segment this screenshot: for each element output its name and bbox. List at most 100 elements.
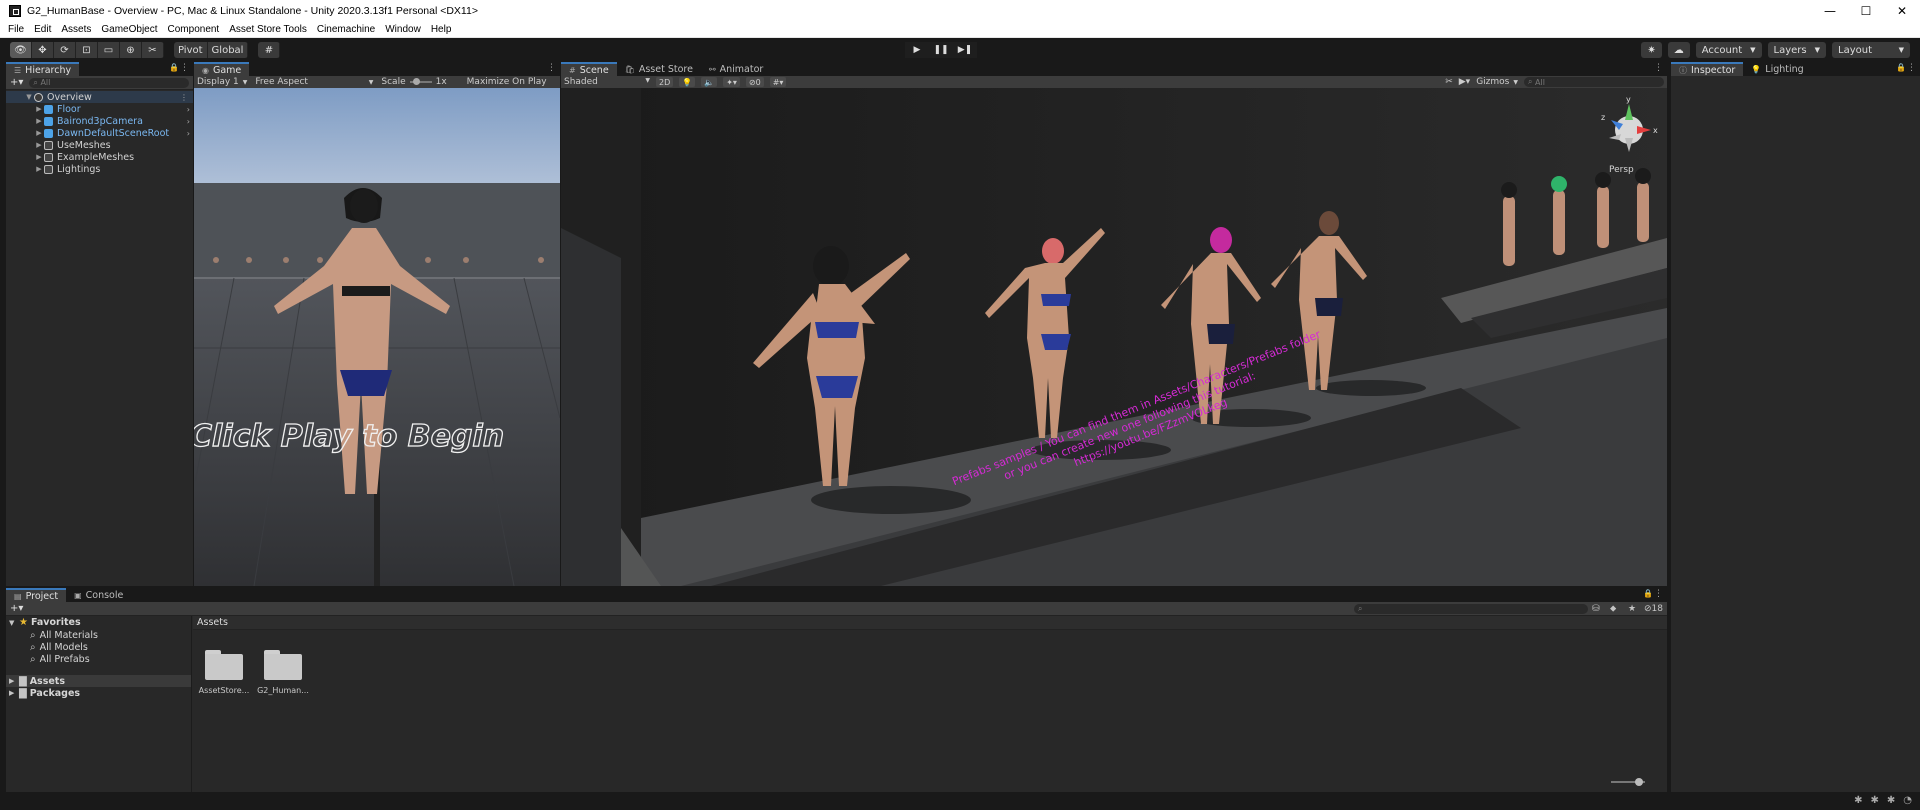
scene-node[interactable]: ▼ Overview ⋮ — [6, 91, 193, 103]
shading-dropdown[interactable]: Shaded ▼ — [564, 77, 650, 87]
grid-toggle-icon[interactable]: #▾ — [769, 77, 787, 87]
tab-scene[interactable]: # Scene — [561, 62, 617, 76]
chevron-right-icon[interactable]: › — [187, 129, 190, 138]
close-button[interactable]: ✕ — [1884, 0, 1920, 22]
perspective-label[interactable]: Persp — [1609, 165, 1634, 175]
gizmos-dropdown[interactable]: Gizmos ▼ — [1476, 77, 1518, 87]
expand-arrow-icon[interactable]: ▼ — [9, 619, 19, 627]
lock-icon[interactable]: 🔒 — [1643, 589, 1653, 598]
hierarchy-item[interactable]: ▶ Lightings — [6, 163, 193, 175]
lock-icon[interactable]: 🔒 — [169, 63, 179, 72]
scene-search[interactable]: ⌕ All — [1524, 77, 1664, 87]
maximize-on-play-toggle[interactable]: Maximize On Play — [467, 77, 547, 87]
account-dropdown[interactable]: Account ▼ — [1695, 42, 1762, 58]
audio-toggle-icon[interactable]: 🔈 — [701, 77, 718, 87]
favorite-item[interactable]: ⌕ All Prefabs — [6, 653, 191, 665]
2d-toggle[interactable]: 2D — [656, 77, 674, 87]
assets-breadcrumb-label[interactable]: Assets — [197, 617, 228, 628]
tab-game[interactable]: ◉ Game — [194, 62, 250, 76]
kebab-menu-icon[interactable]: ⋮ — [180, 93, 188, 102]
play-button[interactable]: ▶ — [905, 42, 929, 58]
tab-inspector[interactable]: ⓘ Inspector — [1671, 62, 1744, 76]
layout-dropdown[interactable]: Layout ▼ — [1832, 42, 1910, 58]
grid-snap-icon[interactable]: # — [258, 42, 281, 58]
chevron-right-icon[interactable]: › — [187, 117, 190, 126]
minimize-button[interactable]: — — [1812, 0, 1848, 22]
game-viewport[interactable]: Click Play to Begin — [194, 88, 560, 586]
auto-refresh-icon[interactable]: ◔ — [1903, 795, 1912, 806]
filter-by-label-icon[interactable]: ⬥ — [1610, 604, 1616, 614]
tree-item-packages[interactable]: ▶ ▇ Packages — [6, 687, 191, 699]
expand-arrow-icon[interactable]: ▶ — [9, 689, 19, 697]
tab-project[interactable]: ▤ Project — [6, 588, 67, 602]
lock-icon[interactable]: 🔒 — [1896, 63, 1906, 72]
favorite-item[interactable]: ⌕ All Materials — [6, 629, 191, 641]
menu-file[interactable]: File — [8, 24, 24, 35]
hierarchy-item[interactable]: ▶ UseMeshes — [6, 139, 193, 151]
step-button[interactable]: ▶❚ — [953, 42, 977, 58]
project-search[interactable]: ⌕ — [1354, 603, 1588, 614]
create-asset-button[interactable]: +▾ — [10, 603, 23, 614]
menu-component[interactable]: Component — [168, 24, 220, 35]
favorite-star-icon[interactable]: ★ — [1628, 604, 1636, 614]
favorite-item[interactable]: ⌕ All Models — [6, 641, 191, 653]
bug-icon[interactable]: ✱ — [1854, 795, 1862, 806]
camera-dropdown-icon[interactable]: ▶▾ — [1459, 77, 1470, 87]
view-tool-icon[interactable]: 👁 — [10, 42, 32, 58]
scene-viewport[interactable]: Prefabs samples / You can find them in A… — [561, 88, 1667, 586]
tab-console[interactable]: ▣ Console — [66, 588, 131, 602]
display-dropdown[interactable]: Display 1 ▼ — [197, 77, 247, 87]
menu-help[interactable]: Help — [431, 24, 452, 35]
tab-animator[interactable]: ⚯ Animator — [701, 62, 771, 76]
lighting-toggle-icon[interactable]: 💡 — [679, 77, 696, 87]
menu-edit[interactable]: Edit — [34, 24, 51, 35]
tools-icon[interactable]: ✂ — [1445, 77, 1453, 87]
expand-arrow-icon[interactable]: ▶ — [34, 165, 44, 173]
add-object-button[interactable]: +▾ — [10, 77, 23, 88]
scale-control[interactable]: Scale 1x — [381, 77, 446, 87]
menu-assets[interactable]: Assets — [61, 24, 91, 35]
scale-tool-icon[interactable]: ⊡ — [76, 42, 98, 58]
tree-item-assets[interactable]: ▶ ▇ Assets — [6, 675, 191, 687]
hidden-objects-toggle[interactable]: ⊘ 0 — [745, 77, 764, 87]
menu-window[interactable]: Window — [385, 24, 421, 35]
aspect-dropdown[interactable]: Free Aspect ▼ — [255, 77, 373, 87]
move-tool-icon[interactable]: ✥ — [32, 42, 54, 58]
kebab-menu-icon[interactable]: ⋮ — [180, 63, 189, 73]
tab-hierarchy[interactable]: ☰ Hierarchy — [6, 62, 80, 76]
hierarchy-search[interactable]: ⌕ All — [29, 77, 189, 88]
expand-arrow-icon[interactable]: ▶ — [34, 141, 44, 149]
expand-arrow-icon[interactable]: ▶ — [34, 105, 44, 113]
kebab-menu-icon[interactable]: ⋮ — [1654, 63, 1663, 73]
hierarchy-item[interactable]: ▶ Bairond3pCamera › — [6, 115, 193, 127]
expand-arrow-icon[interactable]: ▶ — [34, 153, 44, 161]
expand-arrow-icon[interactable]: ▶ — [34, 117, 44, 125]
tab-asset-store[interactable]: 🛍 Asset Store — [617, 62, 701, 76]
icon-size-slider[interactable] — [1611, 778, 1645, 786]
menu-gameobject[interactable]: GameObject — [101, 24, 157, 35]
layers-dropdown[interactable]: Layers ▼ — [1767, 42, 1826, 58]
expand-arrow-icon[interactable]: ▶ — [9, 677, 19, 685]
scale-slider[interactable] — [409, 78, 432, 85]
pivot-toggle[interactable]: Pivot — [174, 42, 208, 58]
cloud-icon[interactable]: ☁ — [1667, 42, 1690, 58]
maximize-button[interactable]: ☐ — [1848, 0, 1884, 22]
kebab-menu-icon[interactable]: ⋮ — [1907, 63, 1916, 73]
hierarchy-item[interactable]: ▶ Floor › — [6, 103, 193, 115]
rotate-tool-icon[interactable]: ⟳ — [54, 42, 76, 58]
menu-asset-store-tools[interactable]: Asset Store Tools — [229, 24, 307, 35]
pause-button[interactable]: ❚❚ — [929, 42, 953, 58]
hidden-packages-toggle[interactable]: ⊘18 — [1644, 604, 1663, 614]
custom-tool-icon[interactable]: ✂ — [142, 42, 164, 58]
effects-toggle-icon[interactable]: ✦▾ — [723, 77, 740, 87]
tab-lighting[interactable]: 💡 Lighting — [1743, 62, 1811, 76]
kebab-menu-icon[interactable]: ⋮ — [1654, 589, 1663, 599]
global-toggle[interactable]: Global — [207, 42, 249, 58]
hierarchy-item[interactable]: ▶ ExampleMeshes — [6, 151, 193, 163]
transform-tool-icon[interactable]: ⊕ — [120, 42, 142, 58]
cache-icon[interactable]: ✱ — [1887, 795, 1895, 806]
hierarchy-item[interactable]: ▶ DawnDefaultSceneRoot › — [6, 127, 193, 139]
chevron-right-icon[interactable]: › — [187, 105, 190, 114]
expand-arrow-icon[interactable]: ▼ — [24, 93, 34, 101]
kebab-menu-icon[interactable]: ⋮ — [547, 63, 556, 73]
